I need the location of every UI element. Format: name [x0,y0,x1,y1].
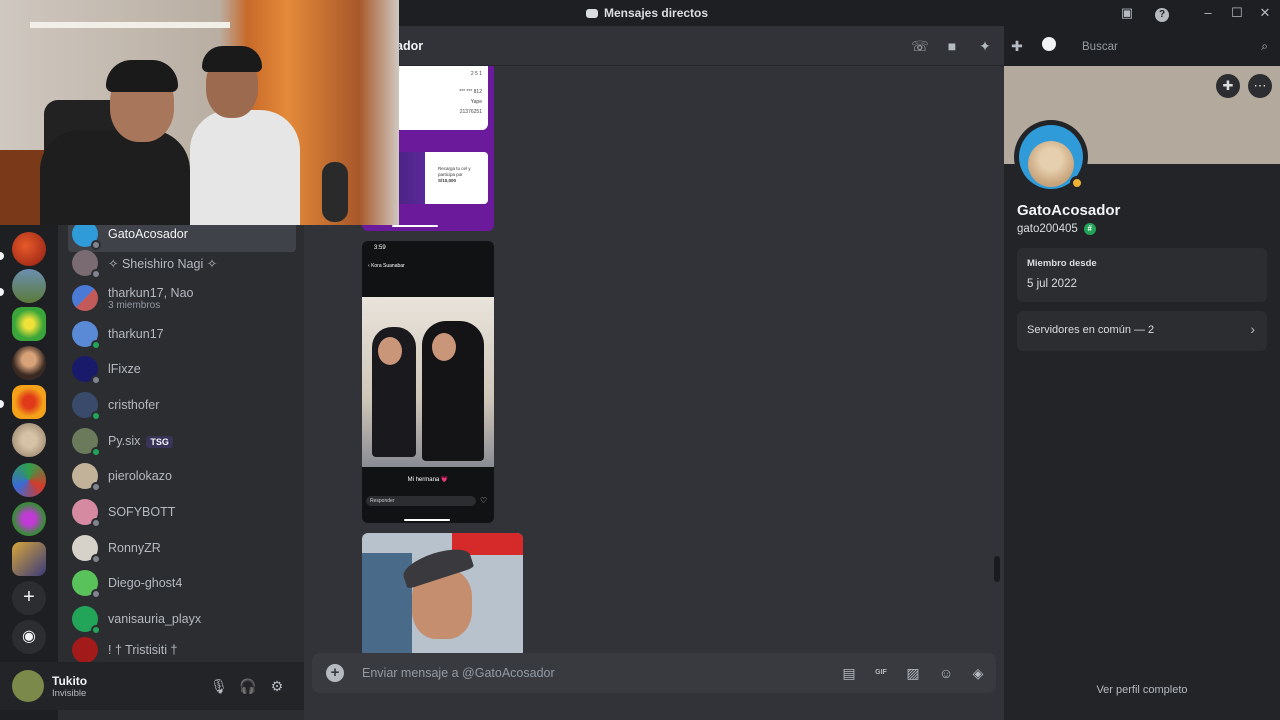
message-composer: + ▤ GIF ▨ ☺ ◈ [312,653,996,693]
user-profile-panel: ✚ ⋯ GatoAcosador gato200405 # Miembro de… [1004,66,1280,720]
discord-logo-icon [586,8,598,18]
dm-item-pysix[interactable]: Py.six TSG [68,423,296,459]
dm-item-pierolokazo[interactable]: pierolokazo [68,458,296,494]
server-cat[interactable] [12,423,46,457]
attachment-story-screenshot[interactable]: 3:59 ‹ Kora Suanabar Mi hermana 💗 Respon… [362,241,494,523]
dm-item-sheishiro[interactable]: ✧ Sheishiro Nagi ✧ [68,245,296,281]
dm-item-tristisiti[interactable]: ! † Tristisiti † [68,637,296,663]
home-indicator [404,519,450,521]
dm-item-vanisauria[interactable]: vanisauria_playx [68,601,296,637]
settings-gear-icon[interactable]: ⚙ [267,676,287,696]
search-input[interactable] [1074,35,1244,59]
story-photo [362,297,494,467]
add-attachment-icon[interactable]: + [326,664,344,682]
server-pixel[interactable] [12,542,46,576]
avatar [72,499,101,528]
avatar [72,463,101,492]
window-title: Mensajes directos [586,6,708,20]
story-user: ‹ Kora Suanabar [368,263,405,269]
home-indicator [392,225,438,227]
chat-title: ador [396,39,424,53]
avatar [72,637,98,663]
server-red[interactable] [12,232,46,266]
avatar [72,570,101,599]
unread-pill [0,252,4,260]
dm-item-tharkun17[interactable]: tharkun17 [68,316,296,352]
user-avatar[interactable] [12,670,44,702]
attachment-selfie-photo[interactable] [362,533,523,653]
hashtag-icon: # [1083,223,1096,235]
mutual-servers-button[interactable]: Servidores en común — 2 › [1017,311,1267,351]
avatar [72,392,101,421]
headphones-icon[interactable]: 🎧 [238,676,258,696]
profile-display-name: GatoAcosador [1017,202,1121,219]
dm-item-sofybott[interactable]: SOFYBOTT [68,494,296,530]
chat-area: ador ☏ ■ ✦ ✚ ⌕ 2 5 1 *** *** 812 Yape 21… [304,26,1274,720]
server-green-character[interactable] [12,307,46,341]
heart-icon: ♡ [480,496,488,505]
compass-icon[interactable]: ◉ [12,620,46,654]
avatar [72,535,101,564]
chat-header: ador ☏ ■ ✦ ✚ ⌕ [304,26,1274,66]
search-icon: ⌕ [1261,39,1268,53]
scrollbar[interactable] [994,556,1000,582]
sticker-icon[interactable]: ▨ [904,664,922,682]
avatar [72,250,101,279]
story-reply-field: Responder [366,496,476,506]
server-colorful[interactable] [12,463,46,497]
avatar [72,321,101,350]
add-friend-icon[interactable]: ✚ [1216,74,1240,98]
inbox-icon[interactable]: ▣ [1118,4,1136,22]
story-status-time: 3:59 [374,245,386,251]
dm-item-group-tharkun[interactable]: tharkun17, Nao 3 miembros [68,280,296,316]
dm-item-diego-ghost4[interactable]: Diego-ghost4 [68,565,296,601]
user-profile-icon[interactable] [1040,37,1058,55]
guild-tag-badge: TSG [146,436,173,448]
dm-item-ronnyzr[interactable]: RonnyZR [68,530,296,566]
user-panel: Tukito Invisible 🎙 🎧 ⚙ [0,662,304,710]
add-server-button[interactable]: + [12,581,46,615]
promo-text: Recarga tu cel y participa por S/10,000 [438,166,471,183]
help-icon[interactable]: ? [1153,4,1171,22]
profile-avatar[interactable] [1014,120,1088,194]
server-purple-character[interactable] [12,502,46,536]
group-avatar [72,285,98,311]
avatar [72,356,101,385]
pin-icon[interactable]: ✦ [976,37,994,55]
video-call-icon[interactable]: ■ [943,37,961,55]
close-icon[interactable]: ✕ [1256,4,1274,22]
unread-pill [0,288,4,296]
more-options-icon[interactable]: ⋯ [1248,74,1272,98]
message-input[interactable] [362,663,782,683]
dm-item-cristhofer[interactable]: cristhofer [68,387,296,423]
server-orange[interactable] [12,385,46,419]
avatar [72,428,101,457]
dm-item-lfixze[interactable]: lFixze [68,351,296,387]
user-status: Invisible [52,688,87,699]
microphone-icon[interactable]: 🎙 [209,676,229,696]
status-indicator [1070,176,1084,190]
gift-icon[interactable]: ▤ [840,664,858,682]
user-name: Tukito [52,674,88,688]
server-landscape[interactable] [12,269,46,303]
profile-username: gato200405 # [1017,223,1096,235]
gif-icon[interactable]: GIF [872,664,890,682]
unread-pill [0,400,4,408]
story-caption: Mi hermana 💗 [407,477,449,483]
activities-icon[interactable]: ◈ [969,664,987,682]
avatar [72,606,101,635]
view-full-profile-link[interactable]: Ver perfil completo [1004,684,1280,696]
add-friends-icon[interactable]: ✚ [1008,37,1026,55]
chevron-right-icon: › [1250,321,1255,337]
maximize-icon[interactable]: ☐ [1228,4,1246,22]
voice-call-icon[interactable]: ☏ [911,37,929,55]
member-since-card: Miembro desde 5 jul 2022 [1017,248,1267,302]
search-box[interactable]: ⌕ [1074,35,1274,59]
minimize-icon[interactable]: – [1199,4,1217,22]
server-anime[interactable] [12,346,46,380]
emoji-icon[interactable]: ☺ [937,664,955,682]
webcam-overlay [0,0,399,225]
